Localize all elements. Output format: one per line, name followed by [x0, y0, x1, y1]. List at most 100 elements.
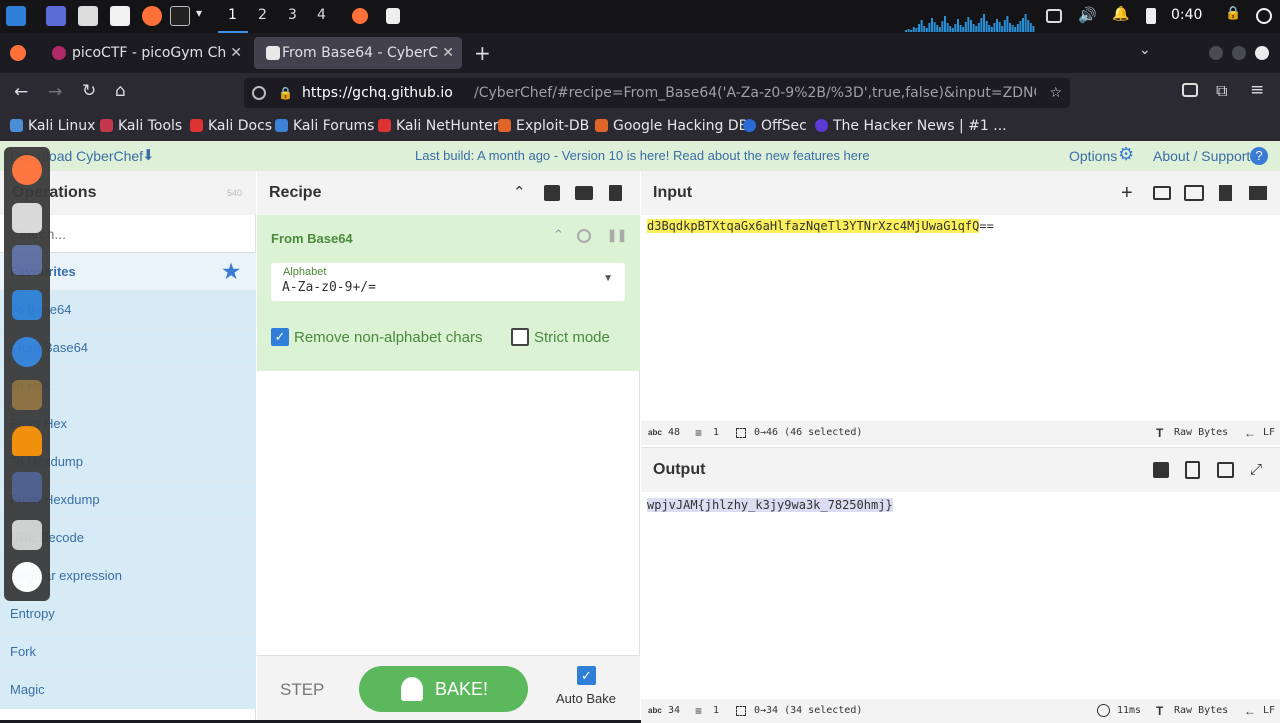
output-eol[interactable]: LF — [1263, 699, 1275, 723]
build-notice-link[interactable]: Last build: A month ago - Version 10 is … — [415, 148, 870, 163]
remove-non-alphabet-checkbox[interactable]: ✓ — [271, 328, 289, 346]
disable-icon[interactable] — [577, 229, 591, 243]
open-file-icon[interactable] — [1184, 185, 1204, 201]
bookmark-offsec[interactable]: OffSec — [743, 118, 807, 134]
close-icon[interactable]: ✕ — [230, 37, 242, 69]
maximise-icon[interactable]: ⤢ — [1250, 448, 1262, 492]
about-support-link[interactable]: About / Support — [1153, 148, 1250, 164]
list-tabs-chevron-icon[interactable]: ⌄ — [1139, 42, 1151, 58]
home-icon[interactable]: ⌂ — [115, 81, 126, 101]
auto-bake-checkbox[interactable]: ✓ — [577, 666, 596, 685]
reload-icon[interactable]: ↻ — [82, 81, 96, 101]
extensions-icon[interactable]: ⧉ — [1216, 81, 1227, 101]
volume-icon[interactable]: 🔊 — [1078, 6, 1097, 24]
menu-icon[interactable]: ≡ — [1250, 80, 1264, 100]
ubuntu-icon[interactable] — [12, 562, 42, 592]
screen-icon[interactable] — [1046, 9, 1062, 23]
forward-icon[interactable]: → — [48, 82, 62, 102]
op-magic[interactable]: Magic — [0, 671, 256, 709]
bookmark-kali-forums[interactable]: Kali Forums — [275, 118, 374, 134]
workspace-1[interactable]: 1 — [228, 7, 237, 23]
input-eol[interactable]: LF — [1263, 421, 1275, 445]
firefox-view-icon[interactable] — [10, 45, 26, 61]
bookmark-kali-tools[interactable]: Kali Tools — [100, 118, 182, 134]
trash-icon[interactable] — [12, 520, 42, 550]
save-output-icon[interactable] — [1153, 462, 1169, 478]
desktop-icon[interactable] — [46, 6, 66, 26]
bookmark-kali-nethunter[interactable]: Kali NetHunter — [378, 118, 498, 134]
help-icon[interactable]: ? — [1250, 147, 1268, 165]
virtualbox-2-icon[interactable] — [12, 472, 42, 502]
output-text[interactable]: wpjvJAM{jhlzhy_k3jy9wa3k_78250hmj} — [647, 498, 893, 512]
vscode-icon[interactable] — [12, 290, 42, 320]
lock-icon[interactable]: 🔒 — [1225, 6, 1241, 21]
options-link[interactable]: Options — [1069, 148, 1117, 164]
dropdown-caret-icon[interactable]: ▼ — [603, 273, 613, 284]
terminal-icon[interactable] — [170, 6, 190, 26]
url-bar[interactable]: 🔒 https://gchq.github.io /CyberChef/#rec… — [244, 78, 1070, 108]
files-icon[interactable] — [78, 6, 98, 26]
pocket-icon[interactable] — [1182, 83, 1198, 97]
eol-icon[interactable]: ← — [1244, 421, 1256, 445]
shield-icon[interactable] — [252, 86, 266, 100]
files-icon[interactable] — [12, 203, 42, 233]
open-folder-icon[interactable] — [1153, 186, 1171, 200]
workspace-4[interactable]: 4 — [317, 7, 326, 23]
pause-icon[interactable]: ❚❚ — [607, 228, 627, 242]
bookmark-hacker-news[interactable]: The Hacker News | #1 ... — [815, 118, 1007, 134]
copy-output-icon[interactable] — [1185, 461, 1200, 479]
text-editor-icon[interactable] — [110, 6, 130, 26]
firefox-window-icon[interactable] — [352, 8, 368, 24]
firefox-icon[interactable] — [12, 155, 42, 185]
text-encoding-icon[interactable]: T — [1156, 421, 1163, 445]
bookmark-exploit-db[interactable]: Exploit-DB — [498, 118, 589, 134]
bake-button[interactable]: BAKE! — [359, 666, 528, 712]
text-encoding-icon[interactable]: T — [1156, 699, 1163, 723]
close-icon[interactable]: ✕ — [442, 37, 454, 69]
bookmark-star-icon[interactable]: ☆ — [1049, 78, 1062, 108]
window-close-icon[interactable] — [1255, 46, 1269, 60]
star-icon[interactable]: ★ — [222, 253, 240, 291]
output-encoding[interactable]: Raw Bytes — [1174, 699, 1228, 723]
chevron-down-icon[interactable]: ▾ — [196, 6, 202, 20]
power-icon[interactable] — [1256, 8, 1272, 24]
collapse-all-icon[interactable]: ⌃ — [513, 171, 526, 215]
clear-input-icon[interactable] — [1219, 185, 1232, 201]
document-window-icon[interactable] — [386, 8, 400, 24]
replace-input-icon[interactable] — [1217, 462, 1234, 478]
save-recipe-icon[interactable] — [544, 185, 560, 201]
virtualbox-icon[interactable] — [12, 245, 42, 275]
geany-icon[interactable] — [12, 380, 42, 410]
kali-menu-icon[interactable] — [6, 6, 26, 26]
maximize-icon[interactable] — [1232, 46, 1246, 60]
collapse-icon[interactable]: ⌃ — [553, 227, 564, 243]
step-button[interactable]: STEP — [280, 680, 324, 700]
workspace-3[interactable]: 3 — [288, 7, 297, 23]
gear-icon[interactable]: ⚙ — [1118, 144, 1134, 165]
reset-layout-icon[interactable] — [1249, 186, 1267, 200]
alphabet-select[interactable]: Alphabet A-Za-z0-9+/= ▼ — [271, 263, 625, 301]
notification-bell-icon[interactable]: 🔔 — [1112, 6, 1129, 22]
new-tab-icon[interactable]: + — [474, 41, 491, 65]
app-store-icon[interactable] — [12, 337, 42, 367]
input-encoding[interactable]: Raw Bytes — [1174, 421, 1228, 445]
workspace-2[interactable]: 2 — [258, 7, 267, 23]
bookmark-kali-linux[interactable]: Kali Linux — [10, 118, 95, 134]
download-icon[interactable]: ⬇ — [142, 146, 155, 164]
load-recipe-icon[interactable] — [575, 186, 593, 200]
recipe-operation-from-base64[interactable]: From Base64 ⌃ ❚❚ Alphabet A-Za-z0-9+/= ▼… — [257, 215, 640, 371]
tab-picoctf[interactable]: picoCTF - picoGym Challe ✕ — [40, 37, 250, 69]
back-icon[interactable]: ← — [14, 82, 28, 102]
bookmark-google-hacking-db[interactable]: Google Hacking DB — [595, 118, 748, 134]
minimize-icon[interactable] — [1209, 46, 1223, 60]
op-fork[interactable]: Fork — [0, 633, 256, 671]
clear-recipe-icon[interactable] — [609, 185, 622, 201]
input-textarea[interactable]: d3BqdkpBTXtqaGx6aHlfazNqeTl3YTNrXzc4MjUw… — [647, 219, 994, 233]
vlc-icon[interactable] — [12, 426, 42, 456]
eol-icon[interactable]: ← — [1244, 699, 1256, 723]
strict-mode-checkbox[interactable] — [511, 328, 529, 346]
lock-icon[interactable]: 🔒 — [278, 78, 293, 108]
add-tab-icon[interactable]: + — [1121, 171, 1133, 215]
firefox-icon[interactable] — [142, 6, 162, 26]
tab-cyberchef[interactable]: From Base64 - CyberChef ✕ — [254, 37, 462, 69]
